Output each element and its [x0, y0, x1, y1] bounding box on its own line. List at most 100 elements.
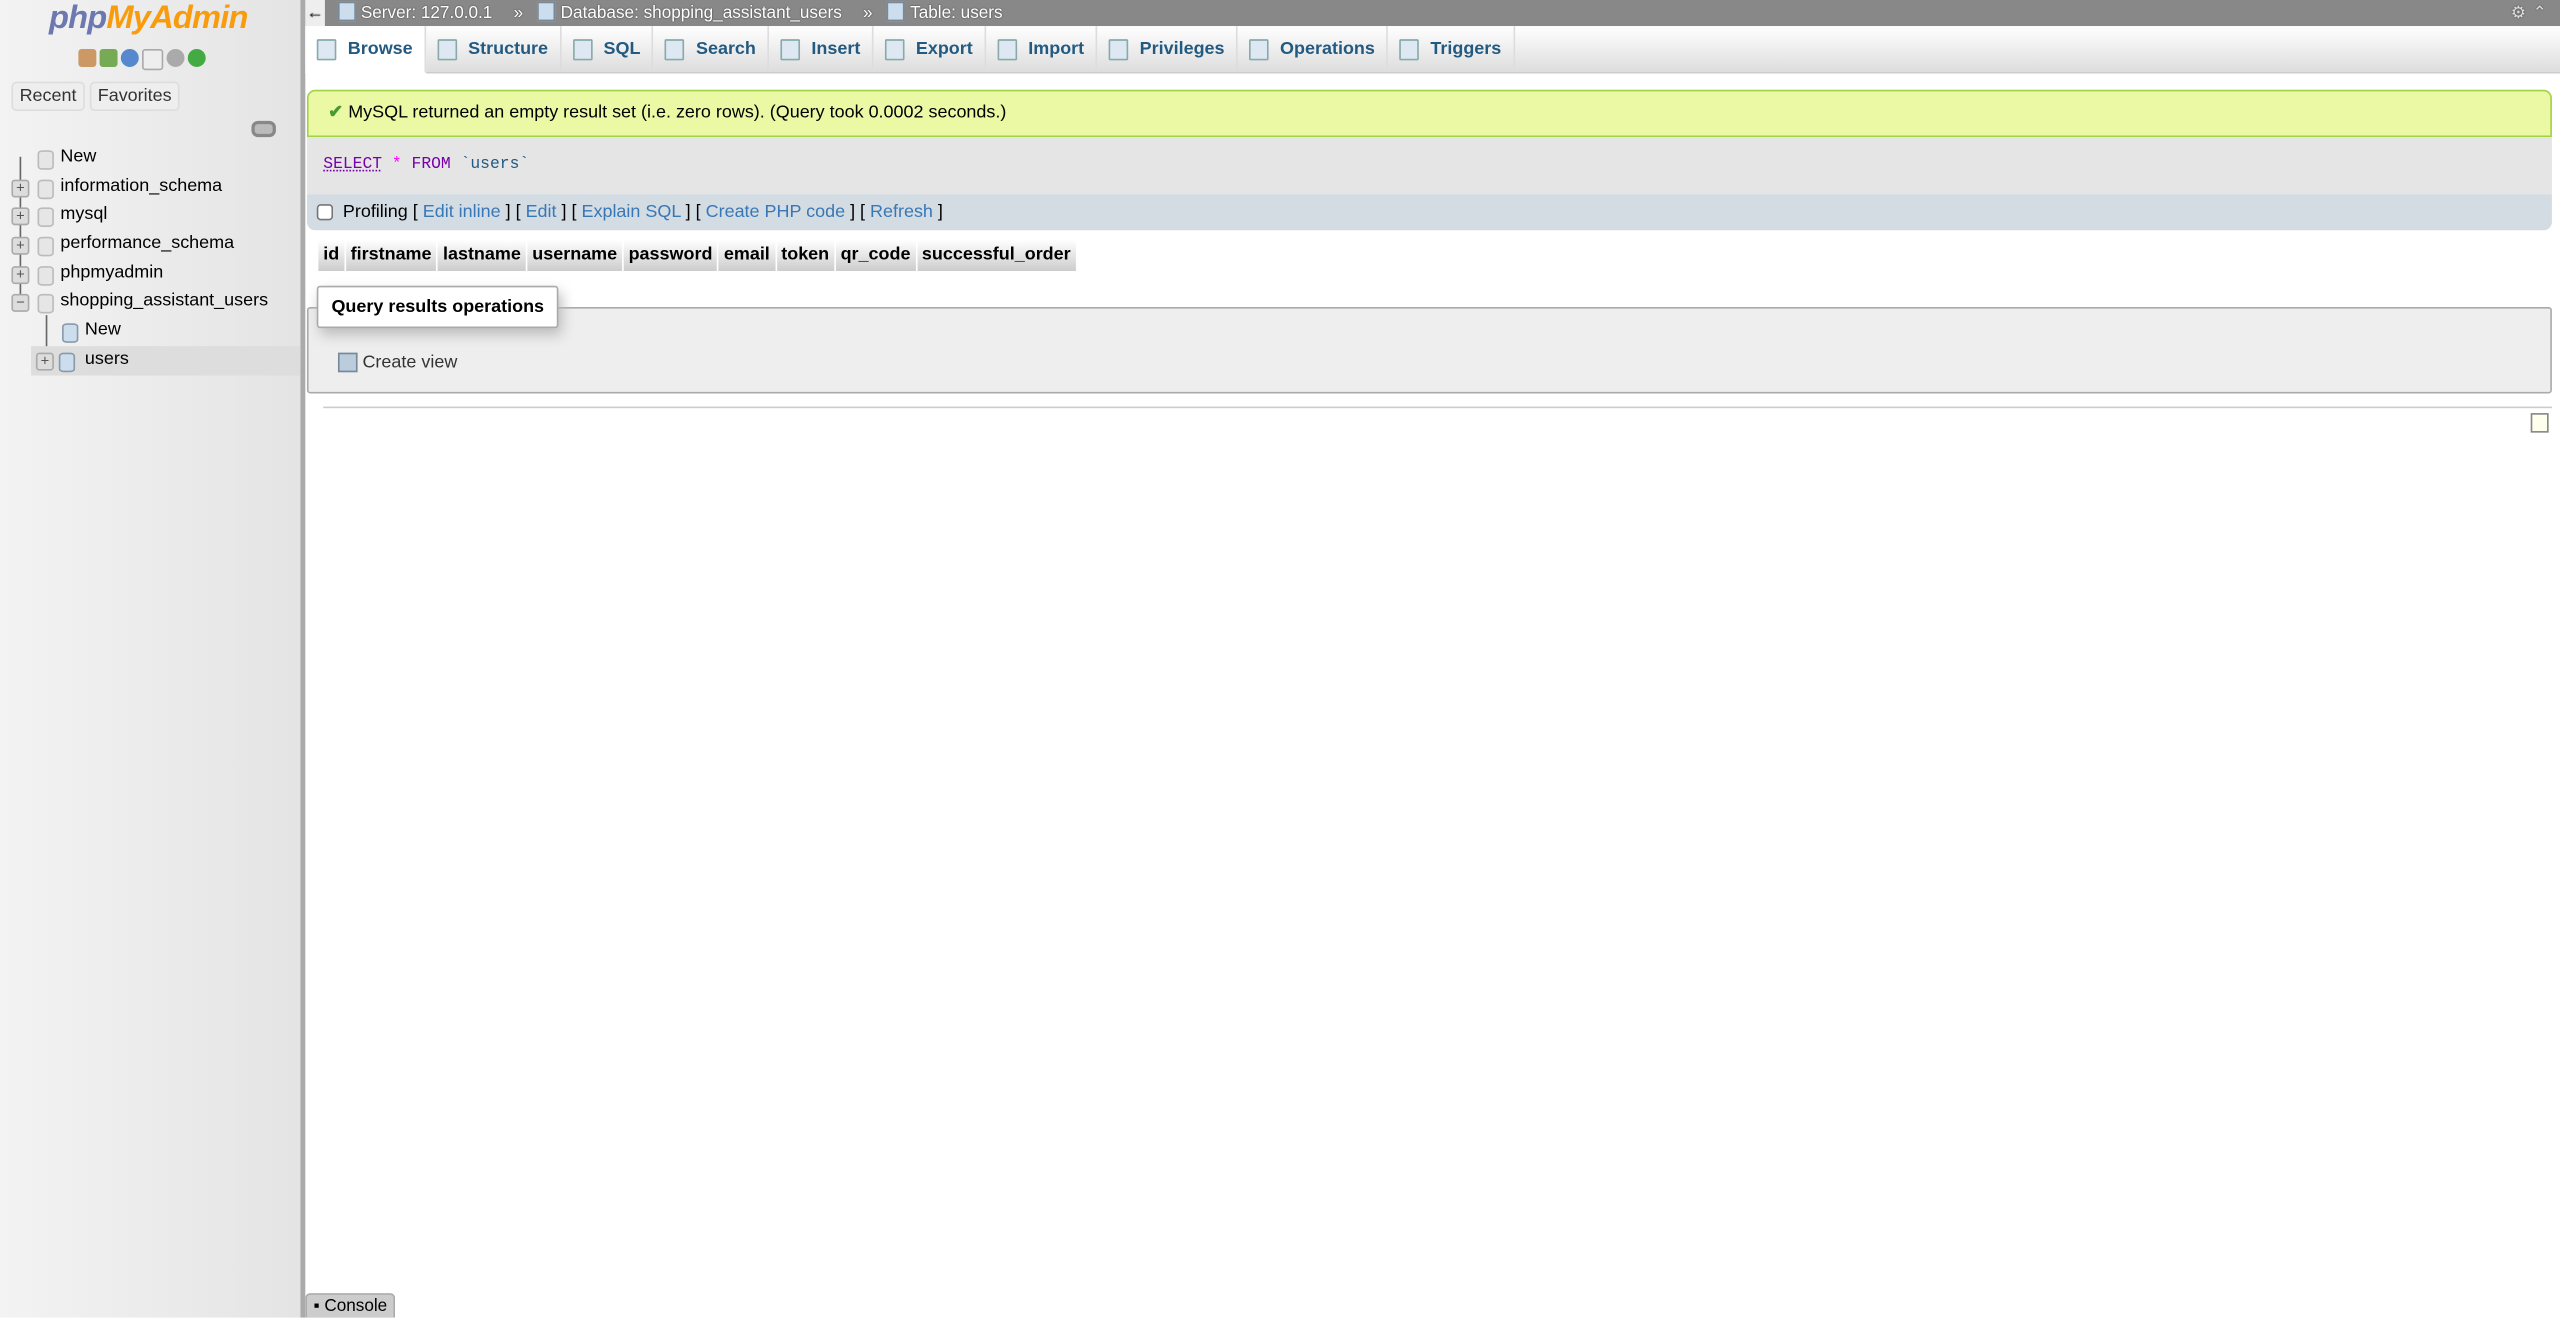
sql-query-display[interactable]: SELECT * FROM `users`: [306, 137, 2552, 195]
table-icon: [58, 352, 76, 372]
logout-icon[interactable]: [99, 48, 118, 67]
recent-tab[interactable]: Recent: [11, 81, 85, 112]
profiling-checkbox[interactable]: [316, 204, 334, 221]
main-content: ✔ MySQL returned an empty result set (i.…: [306, 89, 2552, 433]
search-icon: [664, 38, 685, 60]
database-icon: [37, 265, 54, 286]
tree-db-mysql[interactable]: + mysql: [0, 201, 300, 230]
privileges-icon: [1108, 38, 1129, 60]
home-icon[interactable]: [78, 48, 97, 67]
tab-sql[interactable]: SQL: [561, 26, 654, 72]
column-header[interactable]: id: [318, 240, 346, 272]
profiling-label: Profiling: [342, 202, 408, 223]
divider: [323, 406, 2552, 409]
create-view-icon: [337, 352, 358, 373]
column-header[interactable]: qr_code: [836, 240, 917, 272]
expand-icon[interactable]: +: [11, 236, 30, 255]
expand-icon[interactable]: +: [35, 352, 54, 371]
column-header[interactable]: lastname: [438, 240, 528, 272]
expand-icon[interactable]: +: [11, 265, 30, 284]
tree-new-table[interactable]: New: [0, 317, 300, 346]
expand-icon[interactable]: +: [11, 207, 30, 226]
breadcrumb-bar: ← Server: 127.0.0.1 » Database: shopping…: [305, 0, 2560, 27]
breadcrumb-separator: »: [863, 3, 873, 23]
favorites-tab[interactable]: Favorites: [89, 81, 180, 112]
phpmyadmin-logo[interactable]: phpMyAdmin: [49, 0, 248, 38]
bookmark-icon[interactable]: [2530, 413, 2549, 433]
export-icon: [884, 38, 905, 60]
help-icon[interactable]: [120, 48, 139, 67]
database-icon: [37, 207, 54, 228]
checkmark-icon: ✔: [328, 102, 344, 123]
collapse-top-icon[interactable]: ⌃: [2533, 3, 2547, 23]
edit-inline-link[interactable]: Edit inline: [423, 202, 501, 222]
column-header[interactable]: successful_order: [917, 240, 1078, 272]
tab-privileges[interactable]: Privileges: [1097, 26, 1238, 72]
explain-sql-link[interactable]: Explain SQL: [581, 202, 680, 222]
tree-db-performance-schema[interactable]: + performance_schema: [0, 230, 300, 259]
quick-links: [78, 48, 206, 71]
tree-db-shopping-assistant-users[interactable]: − shopping_assistant_users: [0, 288, 300, 317]
sql-icon: [572, 38, 593, 60]
tab-search[interactable]: Search: [654, 26, 769, 72]
server-icon: [337, 1, 356, 22]
edit-link[interactable]: Edit: [526, 202, 557, 222]
triggers-icon: [1399, 38, 1419, 60]
create-php-code-link[interactable]: Create PHP code: [706, 202, 845, 222]
breadcrumb-separator: »: [513, 3, 524, 23]
database-icon: [537, 1, 556, 22]
structure-icon: [437, 38, 457, 60]
new-table-icon: [62, 323, 79, 344]
column-header[interactable]: username: [527, 240, 624, 272]
column-header[interactable]: firstname: [346, 240, 439, 272]
main-tabs: Browse Structure SQL Search Insert Expor…: [305, 26, 2560, 74]
database-icon: [37, 294, 54, 315]
breadcrumb: Server: 127.0.0.1 » Database: shopping_a…: [337, 0, 1016, 26]
database-tree: New + information_schema + mysql + performa…: [0, 144, 301, 375]
collapse-icon[interactable]: −: [11, 294, 30, 313]
table-icon: [887, 1, 906, 22]
tree-new-database[interactable]: New: [0, 144, 300, 173]
sql-table-name: `users`: [460, 156, 530, 175]
collapse-navigation-button[interactable]: ←: [305, 0, 325, 27]
import-icon: [997, 38, 1017, 60]
operations-legend: Query results operations: [316, 285, 559, 329]
breadcrumb-database[interactable]: Database: shopping_assistant_users: [537, 0, 849, 26]
refresh-link[interactable]: Refresh: [870, 202, 933, 222]
database-icon: [37, 236, 54, 257]
breadcrumb-table[interactable]: Table: users: [887, 0, 1009, 26]
browse-icon: [316, 38, 337, 60]
create-view-link[interactable]: Create view: [337, 352, 457, 373]
tab-operations[interactable]: Operations: [1238, 26, 1388, 72]
tab-export[interactable]: Export: [873, 26, 986, 72]
query-tools-bar: Profiling [ Edit inline ] [ Edit ] [ Exp…: [306, 194, 2552, 231]
database-icon: [37, 179, 54, 199]
docs-icon[interactable]: [142, 48, 164, 71]
tree-table-users[interactable]: + users: [31, 345, 301, 375]
link-icon[interactable]: [251, 120, 276, 138]
tree-db-phpmyadmin[interactable]: + phpmyadmin: [0, 259, 300, 288]
expand-icon[interactable]: +: [11, 179, 30, 198]
column-header[interactable]: token: [776, 240, 836, 272]
sql-operator: *: [391, 156, 402, 175]
query-results-operations: [306, 306, 2552, 394]
new-database-icon: [37, 150, 54, 170]
tab-insert[interactable]: Insert: [769, 26, 874, 72]
reload-icon[interactable]: [187, 48, 206, 67]
navigation-panel: phpMyAdmin Recent Favorites New + informa…: [0, 0, 306, 1318]
gear-icon[interactable]: [166, 48, 185, 67]
column-header[interactable]: email: [719, 240, 777, 272]
column-header[interactable]: password: [624, 240, 719, 272]
settings-gear-icon[interactable]: ⚙: [2511, 3, 2526, 23]
console-button[interactable]: ▪ Console: [305, 1293, 396, 1318]
tab-triggers[interactable]: Triggers: [1388, 26, 1515, 72]
sql-keyword[interactable]: SELECT: [323, 157, 382, 175]
success-message: ✔ MySQL returned an empty result set (i.…: [306, 89, 2552, 138]
tab-browse[interactable]: Browse: [305, 26, 426, 74]
insert-icon: [780, 38, 800, 60]
wrench-icon: [1249, 38, 1269, 60]
breadcrumb-server[interactable]: Server: 127.0.0.1: [337, 0, 499, 26]
tab-structure[interactable]: Structure: [426, 26, 562, 72]
tab-import[interactable]: Import: [986, 26, 1098, 72]
tree-db-information-schema[interactable]: + information_schema: [0, 173, 300, 202]
